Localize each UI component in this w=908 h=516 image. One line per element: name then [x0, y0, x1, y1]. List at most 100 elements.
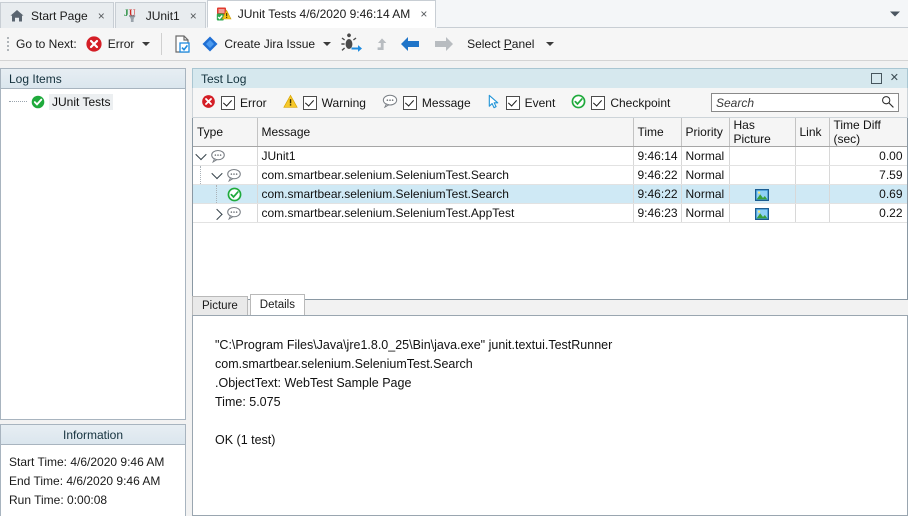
- chevron-down-icon[interactable]: [323, 42, 331, 46]
- filter-error-checkbox[interactable]: [221, 96, 235, 110]
- expander-toggle[interactable]: [209, 166, 225, 184]
- search-icon[interactable]: [881, 95, 894, 111]
- tree-item-junit-tests[interactable]: JUnit Tests: [1, 93, 185, 111]
- table-row[interactable]: JUnit1 9:46:14 Normal 0.00: [193, 147, 907, 166]
- cell-time: 9:46:22: [633, 185, 681, 204]
- search-input[interactable]: [716, 95, 881, 111]
- cell-link: [795, 204, 829, 223]
- tab-start-page[interactable]: Start Page ×: [0, 2, 114, 28]
- cell-type: [193, 185, 257, 204]
- details-line-4: Time: 5.075: [215, 393, 907, 412]
- chevron-down-icon[interactable]: [546, 42, 554, 46]
- cell-message: JUnit1: [257, 147, 633, 166]
- col-priority[interactable]: Priority: [681, 118, 729, 147]
- cell-link: [795, 166, 829, 185]
- message-bubble-icon: [225, 204, 243, 222]
- details-pane: "C:\Program Files\Java\jre1.8.0_25\Bin\j…: [192, 315, 908, 516]
- cell-has-picture: [729, 204, 795, 223]
- navigate-back-button[interactable]: [395, 31, 427, 57]
- arrow-up-icon: [371, 34, 391, 54]
- close-icon[interactable]: ✕: [890, 73, 899, 84]
- filter-message[interactable]: Message: [382, 94, 471, 111]
- add-test-case-button[interactable]: [169, 31, 197, 57]
- error-circle-icon: [85, 35, 103, 53]
- maximize-icon[interactable]: [871, 73, 882, 84]
- export-bug-button[interactable]: [335, 31, 367, 57]
- log-items-tree[interactable]: JUnit Tests: [1, 89, 185, 419]
- testcomplete-window: Start Page × J U JUnit1 ×: [0, 0, 908, 516]
- details-line-3: .ObjectText: WebTest Sample Page: [215, 374, 907, 393]
- filter-event-label: Event: [525, 96, 556, 110]
- chevron-down-icon[interactable]: [142, 42, 150, 46]
- filter-warning[interactable]: Warning: [283, 94, 366, 112]
- cell-time-diff: 7.59: [829, 166, 907, 185]
- goto-next-error-button[interactable]: Error: [81, 31, 155, 57]
- tab-details[interactable]: Details: [250, 294, 305, 315]
- select-panel-button[interactable]: Select Panel: [459, 31, 558, 57]
- start-time-row: Start Time: 4/6/2020 9:46 AM: [9, 453, 177, 472]
- expander-toggle[interactable]: [193, 147, 209, 165]
- home-icon: [9, 8, 25, 24]
- col-type[interactable]: Type: [193, 118, 257, 147]
- filter-checkpoint[interactable]: Checkpoint: [571, 94, 670, 112]
- cell-message: com.smartbear.selenium.SeleniumTest.AppT…: [257, 204, 633, 223]
- col-message[interactable]: Message: [257, 118, 633, 147]
- filter-error[interactable]: Error: [201, 94, 267, 112]
- picture-icon: [755, 187, 769, 201]
- navigate-forward-button[interactable]: [427, 31, 459, 57]
- document-tab-strip: Start Page × J U JUnit1 ×: [0, 0, 908, 29]
- toolbar-grip[interactable]: [4, 34, 12, 54]
- cell-priority: Normal: [681, 185, 729, 204]
- col-time-diff[interactable]: Time Diff (sec): [829, 118, 907, 147]
- tree-item-label: JUnit Tests: [49, 94, 113, 110]
- create-jira-issue-button[interactable]: Create Jira Issue: [197, 31, 335, 57]
- table-row[interactable]: com.smartbear.selenium.SeleniumTest.Sear…: [193, 166, 907, 185]
- tab-junit1[interactable]: J U JUnit1 ×: [115, 2, 206, 28]
- filter-event[interactable]: Event: [487, 94, 556, 112]
- select-panel-label: Select Panel: [467, 37, 534, 51]
- chevron-down-icon[interactable]: [882, 0, 908, 28]
- table-row[interactable]: com.smartbear.selenium.SeleniumTest.AppT…: [193, 204, 907, 223]
- arrow-left-icon: [399, 33, 423, 55]
- col-has-picture[interactable]: Has Picture: [729, 118, 795, 147]
- end-time-row: End Time: 4/6/2020 9:46 AM: [9, 472, 177, 491]
- cell-has-picture: [729, 166, 795, 185]
- col-time[interactable]: Time: [633, 118, 681, 147]
- close-icon[interactable]: ×: [420, 8, 427, 20]
- cell-time-diff: 0.00: [829, 147, 907, 166]
- tab-junit-tests-log[interactable]: JUnit Tests 4/6/2020 9:46:14 AM ×: [207, 0, 437, 28]
- run-time-row: Run Time: 0:00:08: [9, 491, 177, 510]
- error-label: Error: [108, 37, 135, 51]
- close-icon[interactable]: ×: [98, 10, 105, 22]
- tab-picture[interactable]: Picture: [192, 296, 248, 315]
- tree-indent: [193, 166, 209, 184]
- filter-checkpoint-checkbox[interactable]: [591, 96, 605, 110]
- search-box[interactable]: [711, 93, 899, 112]
- cell-priority: Normal: [681, 147, 729, 166]
- filter-message-checkbox[interactable]: [403, 96, 417, 110]
- test-log-grid[interactable]: Type Message Time Priority Has Picture L…: [192, 118, 908, 300]
- create-jira-issue-label: Create Jira Issue: [224, 37, 315, 51]
- test-log-title: Test Log: [201, 72, 246, 86]
- col-link[interactable]: Link: [795, 118, 829, 147]
- filter-event-checkbox[interactable]: [506, 96, 520, 110]
- cell-has-picture: [729, 185, 795, 204]
- cell-link: [795, 147, 829, 166]
- cell-priority: Normal: [681, 204, 729, 223]
- tree-indent: [193, 185, 209, 203]
- error-circle-icon: [201, 94, 216, 112]
- table-row-selected[interactable]: com.smartbear.selenium.SeleniumTest.Sear…: [193, 185, 907, 204]
- details-spacer: [215, 412, 907, 431]
- cell-message: com.smartbear.selenium.SeleniumTest.Sear…: [257, 185, 633, 204]
- tree-indent: [193, 204, 209, 222]
- cell-priority: Normal: [681, 166, 729, 185]
- cell-time: 9:46:14: [633, 147, 681, 166]
- close-icon[interactable]: ×: [190, 10, 197, 22]
- filter-warning-checkbox[interactable]: [303, 96, 317, 110]
- go-up-button[interactable]: [367, 31, 395, 57]
- information-body: Start Time: 4/6/2020 9:46 AM End Time: 4…: [1, 445, 185, 510]
- goto-next-label: Go to Next:: [16, 37, 77, 51]
- cell-message: com.smartbear.selenium.SeleniumTest.Sear…: [257, 166, 633, 185]
- expander-toggle[interactable]: [209, 204, 225, 222]
- cell-time: 9:46:22: [633, 166, 681, 185]
